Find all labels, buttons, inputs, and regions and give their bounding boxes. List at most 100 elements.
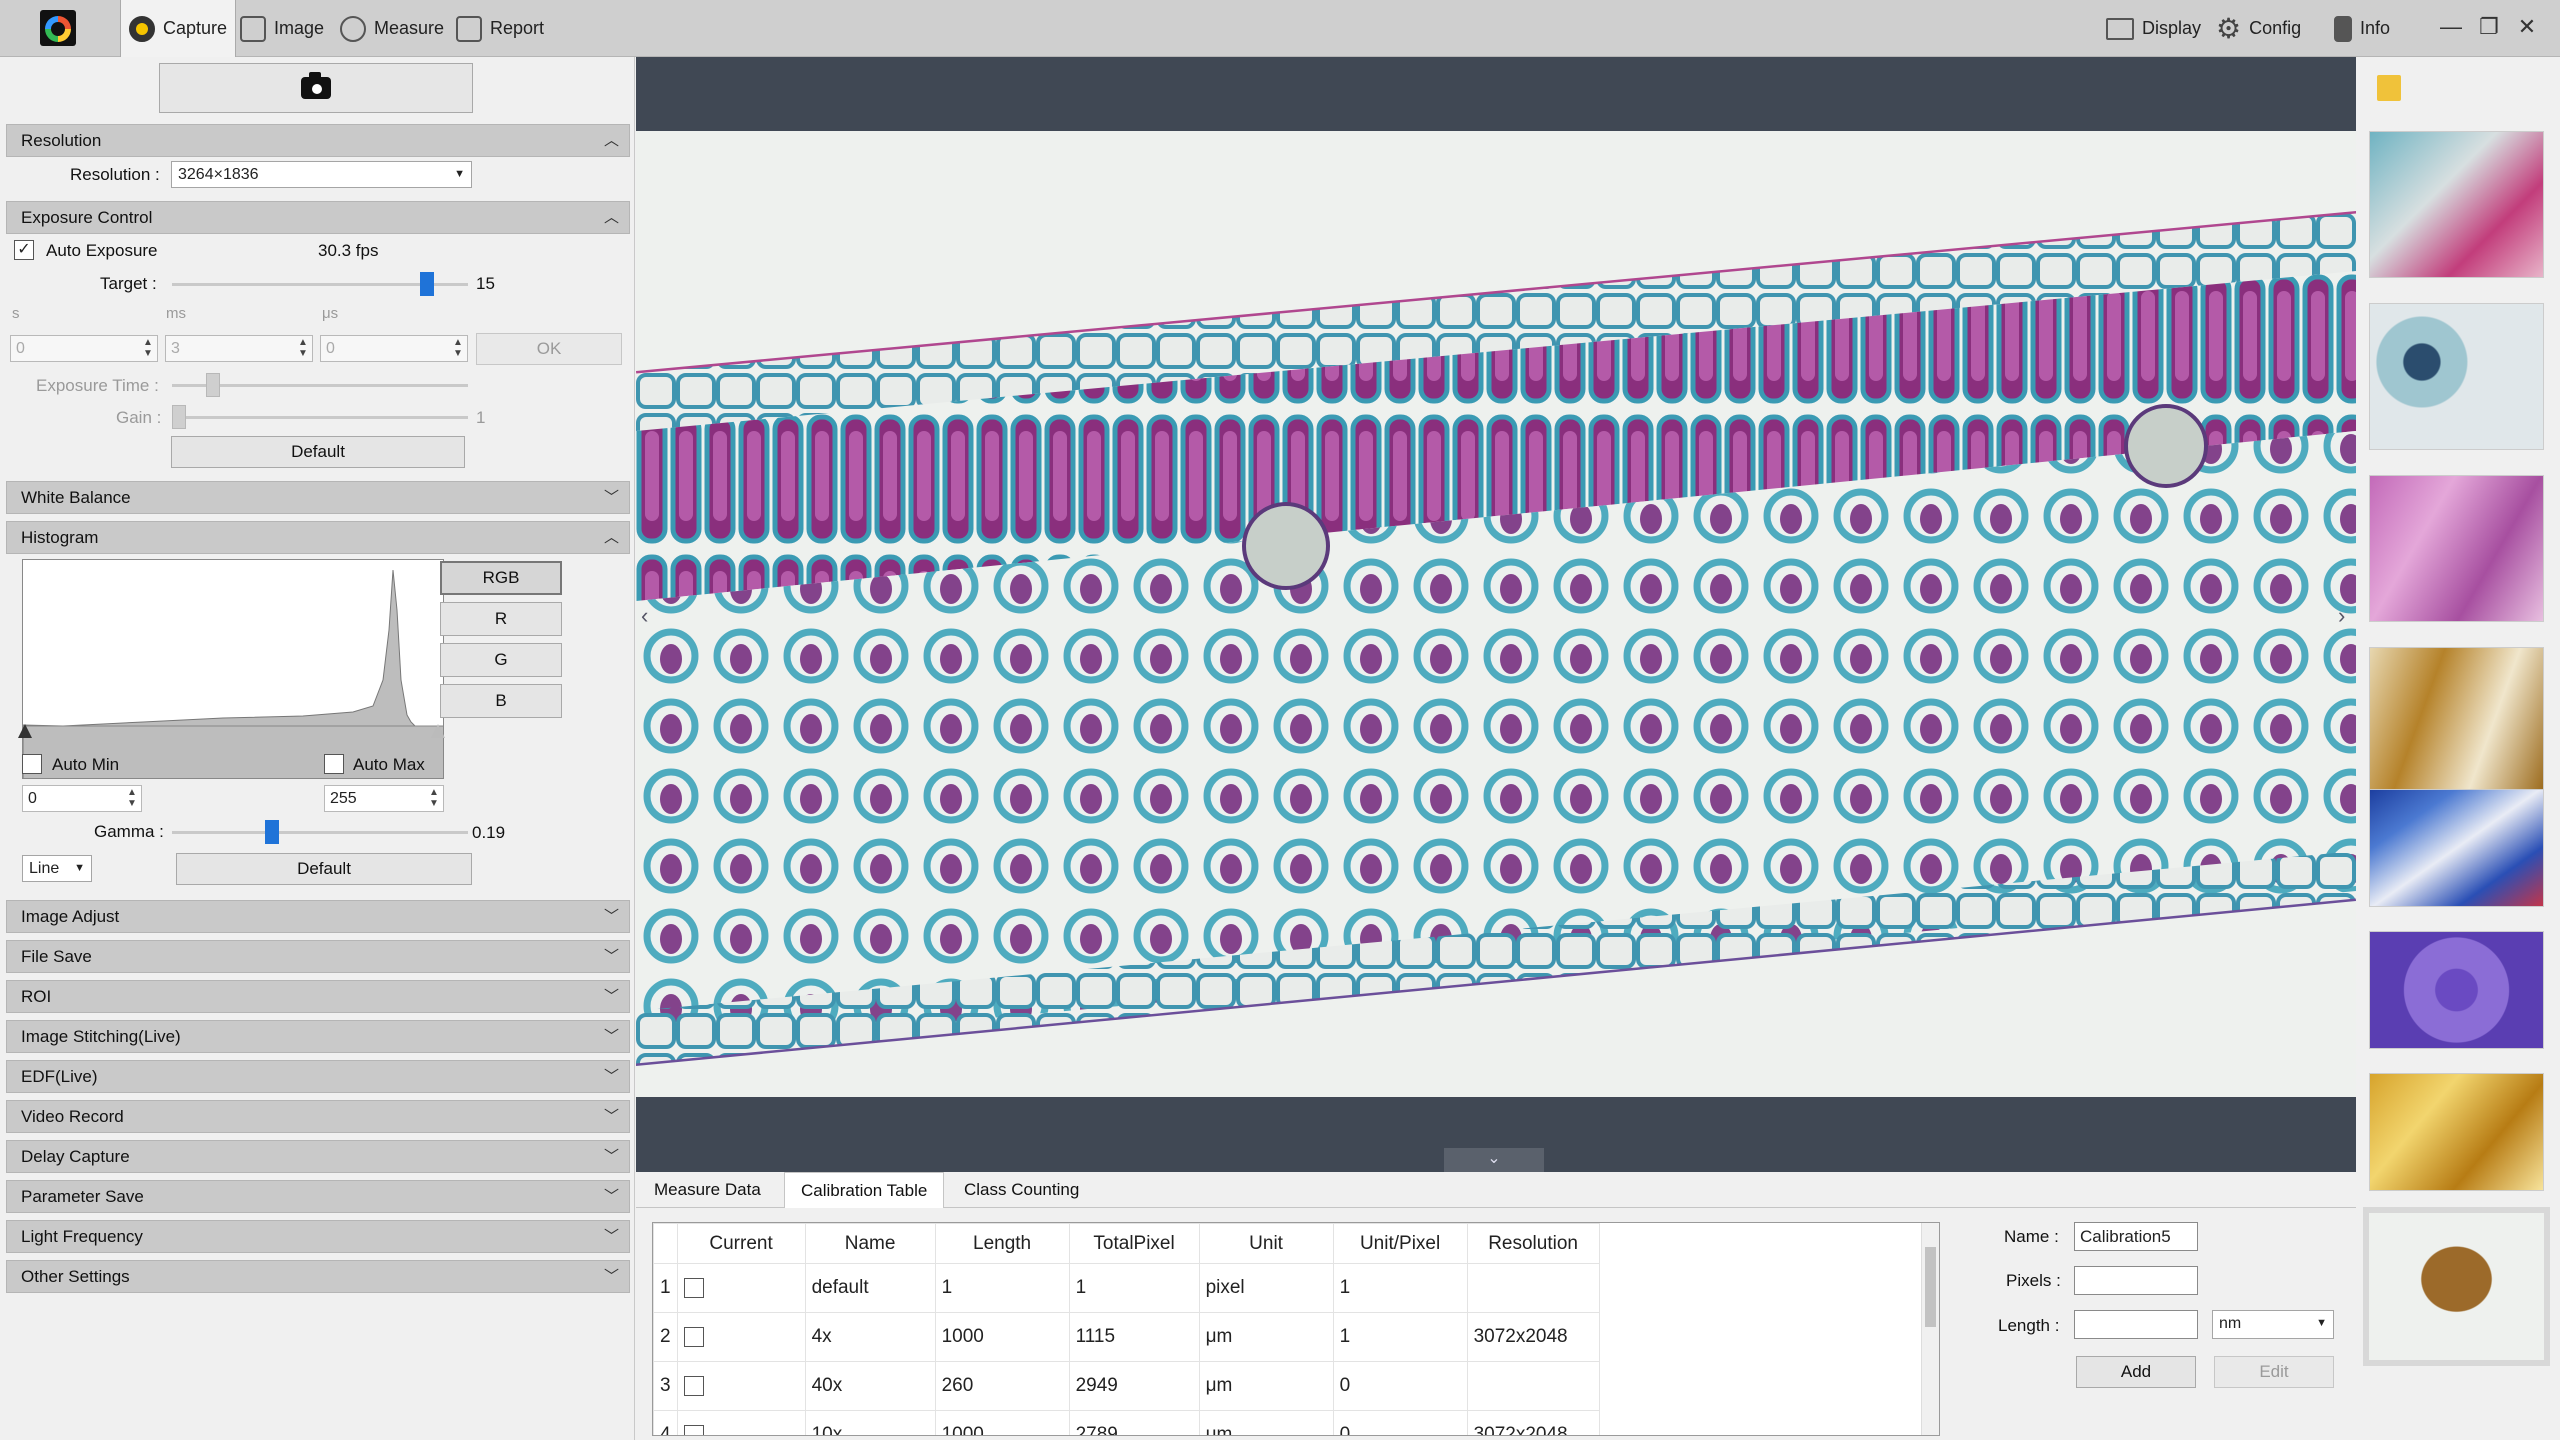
channel-r-button[interactable]: R [440, 602, 562, 636]
target-slider-thumb[interactable] [420, 272, 435, 296]
live-image-viewer[interactable]: ‹ › ⌄ [636, 57, 2356, 1172]
exposure-default-button[interactable]: Default [171, 436, 465, 468]
tab-measure[interactable]: Measure [332, 0, 452, 57]
section-image-stitching[interactable]: Image Stitching(Live) ﹀ [6, 1020, 630, 1053]
gain-slider-thumb[interactable] [172, 405, 186, 429]
histogram-max-field[interactable]: 255 ▲ ▼ [324, 785, 444, 812]
display-button[interactable]: Display [2106, 0, 2201, 57]
info-button[interactable]: Info [2334, 0, 2390, 57]
histogram-max-marker[interactable] [431, 724, 445, 738]
channel-rgb-button[interactable]: RGB [440, 561, 562, 595]
table-scrollbar[interactable] [1921, 1223, 1939, 1435]
section-resolution[interactable]: Resolution ︿ [6, 124, 630, 157]
section-white-balance[interactable]: White Balance ﹀ [6, 481, 630, 514]
tab-report[interactable]: Report [448, 0, 552, 57]
auto-min-checkbox[interactable] [22, 754, 42, 774]
snapshot-button[interactable] [159, 63, 473, 113]
gain-slider-track[interactable] [172, 416, 468, 419]
collapse-bottom-panel-button[interactable]: ⌄ [1444, 1148, 1544, 1172]
tab-image[interactable]: Image [232, 0, 332, 57]
minimize-button[interactable]: — [2436, 12, 2466, 42]
histogram-min-marker[interactable] [18, 724, 32, 738]
histogram-min-field[interactable]: 0 ▲ ▼ [22, 785, 142, 812]
section-exposure-control[interactable]: Exposure Control ︿ [6, 201, 630, 234]
tab-capture[interactable]: Capture [120, 0, 237, 57]
resolution-select[interactable]: 3264×1836 ▼ [171, 161, 472, 188]
section-parameter-save[interactable]: Parameter Save ﹀ [6, 1180, 630, 1213]
gamma-slider-thumb[interactable] [265, 820, 280, 844]
exposure-time-slider-thumb[interactable] [206, 373, 220, 397]
close-button[interactable]: ✕ [2512, 12, 2542, 42]
table-row[interactable]: 2 4x 1000 1115 μm 1 3072x2048 [653, 1312, 1600, 1362]
calibration-name-input[interactable]: Calibration5 [2074, 1222, 2198, 1251]
section-image-adjust[interactable]: Image Adjust ﹀ [6, 900, 630, 933]
section-roi[interactable]: ROI ﹀ [6, 980, 630, 1013]
column-header-length[interactable]: Length [934, 1223, 1070, 1264]
calibration-table: Current Name Length TotalPixel Unit Unit… [652, 1222, 1940, 1436]
thumbnail-5[interactable] [2369, 789, 2544, 907]
thumbnail-2[interactable] [2369, 303, 2544, 450]
row-current-checkbox[interactable] [683, 1326, 704, 1347]
column-header-resolution[interactable]: Resolution [1466, 1223, 1600, 1264]
section-other-settings[interactable]: Other Settings ﹀ [6, 1260, 630, 1293]
section-delay-capture[interactable]: Delay Capture ﹀ [6, 1140, 630, 1173]
tab-calibration-table[interactable]: Calibration Table [784, 1172, 945, 1208]
edit-button[interactable]: Edit [2214, 1356, 2334, 1388]
row-name: 4x [804, 1312, 936, 1362]
tab-measure-data[interactable]: Measure Data [638, 1172, 777, 1208]
config-button[interactable]: ⚙ Config [2216, 0, 2301, 57]
folder-icon[interactable] [2377, 75, 2401, 101]
curve-mode-select[interactable]: Line ▼ [22, 855, 92, 882]
thumbnail-3[interactable] [2369, 475, 2544, 622]
seconds-field[interactable]: 0 ▲ ▼ [10, 335, 158, 362]
thumbnail-7[interactable] [2369, 1073, 2544, 1191]
column-header-unit-per-pixel[interactable]: Unit/Pixel [1332, 1223, 1468, 1264]
section-edf[interactable]: EDF(Live) ﹀ [6, 1060, 630, 1093]
unit-select[interactable]: nm ▼ [2212, 1310, 2334, 1339]
tab-class-counting[interactable]: Class Counting [948, 1172, 1095, 1208]
column-header-current[interactable]: Current [676, 1223, 806, 1264]
auto-max-checkbox[interactable] [324, 754, 344, 774]
ok-button[interactable]: OK [476, 333, 622, 365]
spinner-icon[interactable]: ▲ ▼ [427, 787, 441, 809]
section-histogram[interactable]: Histogram ︿ [6, 521, 630, 554]
length-input[interactable] [2074, 1310, 2198, 1339]
table-row[interactable]: 1 default 1 1 pixel 1 [653, 1263, 1600, 1313]
spinner-icon[interactable]: ▲ ▼ [451, 337, 465, 359]
microseconds-field[interactable]: 0 ▲ ▼ [320, 335, 468, 362]
channel-b-button[interactable]: B [440, 684, 562, 718]
thumbnail-1[interactable] [2369, 131, 2544, 278]
channel-g-button[interactable]: G [440, 643, 562, 677]
image-icon [240, 15, 266, 42]
thumbnail-4[interactable] [2369, 647, 2544, 794]
prev-image-arrow-icon[interactable]: ‹ [641, 603, 648, 629]
tab-label: Report [490, 18, 545, 38]
pixels-input[interactable] [2074, 1266, 2198, 1295]
table-row[interactable]: 4 10x 1000 2789 μm 0 3072x2048 [653, 1410, 1600, 1435]
spinner-icon[interactable]: ▲ ▼ [125, 787, 139, 809]
thumbnail-8-selected[interactable] [2363, 1207, 2550, 1366]
scrollbar-thumb[interactable] [1925, 1247, 1936, 1327]
row-current-checkbox[interactable] [683, 1375, 704, 1396]
add-button[interactable]: Add [2076, 1356, 2196, 1388]
row-current-checkbox[interactable] [683, 1277, 704, 1298]
spinner-icon[interactable]: ▲ ▼ [296, 337, 310, 359]
section-light-frequency[interactable]: Light Frequency ﹀ [6, 1220, 630, 1253]
histogram-default-button[interactable]: Default [176, 853, 472, 885]
row-current-checkbox[interactable] [683, 1424, 704, 1435]
section-title: ROI [21, 987, 52, 1006]
maximize-button[interactable]: ❐ [2474, 12, 2504, 42]
table-row[interactable]: 3 40x 260 2949 μm 0 [653, 1361, 1600, 1411]
section-file-save[interactable]: File Save ﹀ [6, 940, 630, 973]
column-header-name[interactable]: Name [804, 1223, 936, 1264]
thumbnail-6[interactable] [2369, 931, 2544, 1049]
specimen-image[interactable] [636, 131, 2356, 1097]
spinner-icon[interactable]: ▲ ▼ [141, 337, 155, 359]
auto-exposure-checkbox[interactable]: ✓ [14, 240, 34, 260]
column-header-unit[interactable]: Unit [1198, 1223, 1334, 1264]
column-header-totalpixel[interactable]: TotalPixel [1068, 1223, 1200, 1264]
section-video-record[interactable]: Video Record ﹀ [6, 1100, 630, 1133]
milliseconds-field[interactable]: 3 ▲ ▼ [165, 335, 313, 362]
gamma-slider-track[interactable] [172, 831, 468, 834]
next-image-arrow-icon[interactable]: › [2338, 603, 2345, 629]
